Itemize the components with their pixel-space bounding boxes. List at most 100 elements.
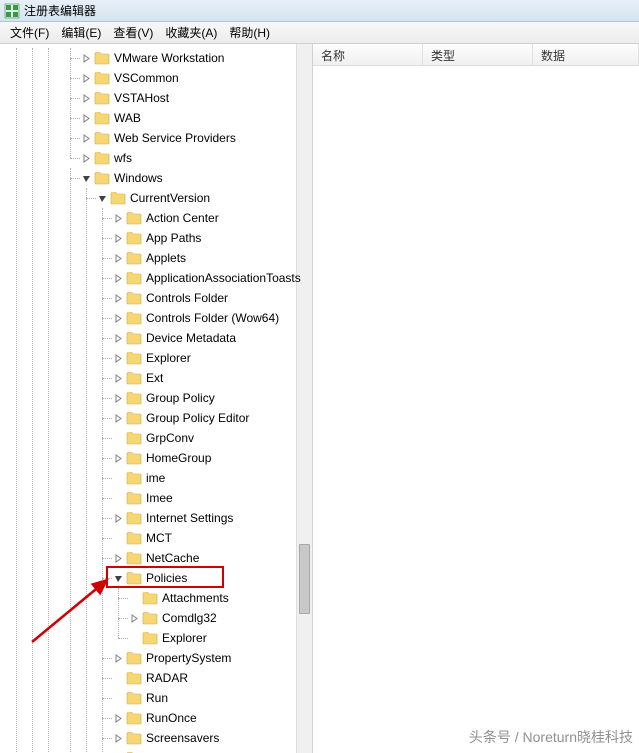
tree-item[interactable]: ApplicationAssociationToasts — [112, 268, 312, 288]
toggle-icon[interactable] — [112, 652, 124, 664]
list-header: 名称 类型 数据 — [313, 44, 639, 66]
tree-item[interactable]: HomeGroup — [112, 448, 312, 468]
tree-scrollbar[interactable] — [296, 44, 312, 753]
tree-item-currentversion[interactable]: CurrentVersion — [96, 188, 312, 208]
toggle-icon[interactable] — [80, 152, 92, 164]
toggle-icon[interactable] — [112, 572, 124, 584]
tree-item[interactable]: Screensavers — [112, 728, 312, 748]
tree-node-label: Action Center — [146, 211, 219, 225]
toggle-icon[interactable] — [112, 712, 124, 724]
tree-item[interactable]: wfs — [80, 148, 312, 168]
folder-icon — [126, 571, 142, 585]
tree-node-label: VSTAHost — [114, 91, 169, 105]
tree-node-label: Ext — [146, 371, 163, 385]
toggle-icon[interactable] — [112, 732, 124, 744]
tree-item[interactable]: VMware Workstation — [80, 48, 312, 68]
tree-item[interactable]: Group Policy Editor — [112, 408, 312, 428]
toggle-icon[interactable] — [112, 292, 124, 304]
folder-icon — [126, 531, 142, 545]
toggle-icon[interactable] — [112, 512, 124, 524]
column-type[interactable]: 类型 — [423, 44, 533, 65]
toggle-icon[interactable] — [112, 232, 124, 244]
tree-node-label: Explorer — [162, 631, 207, 645]
folder-icon — [126, 471, 142, 485]
tree-item[interactable]: Imee — [112, 488, 312, 508]
tree-item[interactable]: Explorer — [112, 348, 312, 368]
tree-item-policies[interactable]: Policies — [112, 568, 312, 588]
toggle-icon[interactable] — [112, 372, 124, 384]
tree-item[interactable]: Attachments — [128, 588, 312, 608]
tree-item[interactable]: ime — [112, 468, 312, 488]
column-name[interactable]: 名称 — [313, 44, 423, 65]
toggle-icon[interactable] — [112, 452, 124, 464]
tree-item[interactable]: Run — [112, 688, 312, 708]
scrollbar-thumb[interactable] — [299, 544, 310, 614]
tree-item[interactable]: Applets — [112, 248, 312, 268]
tree-node-label: Group Policy — [146, 391, 215, 405]
toggle-icon[interactable] — [112, 352, 124, 364]
toggle-icon[interactable] — [112, 272, 124, 284]
toggle-icon[interactable] — [80, 172, 92, 184]
tree-item-windows[interactable]: Windows — [80, 168, 312, 188]
toggle-icon[interactable] — [112, 332, 124, 344]
tree-item[interactable]: Internet Settings — [112, 508, 312, 528]
folder-icon — [94, 131, 110, 145]
folder-icon — [110, 191, 126, 205]
folder-icon — [94, 111, 110, 125]
tree-item[interactable]: RunOnce — [112, 708, 312, 728]
tree-item[interactable]: Action Center — [112, 208, 312, 228]
tree-item[interactable]: NetCache — [112, 548, 312, 568]
list-pane: 名称 类型 数据 — [313, 44, 639, 753]
column-data[interactable]: 数据 — [533, 44, 639, 65]
tree-item[interactable]: Shell Extensions — [112, 748, 312, 753]
tree-item[interactable]: RADAR — [112, 668, 312, 688]
tree-node-label: Screensavers — [146, 731, 219, 745]
tree-node-label: NetCache — [146, 551, 199, 565]
tree-item[interactable]: Controls Folder — [112, 288, 312, 308]
tree-node-label: Comdlg32 — [162, 611, 217, 625]
tree-item[interactable]: Web Service Providers — [80, 128, 312, 148]
toggle-icon[interactable] — [80, 112, 92, 124]
toggle-icon[interactable] — [128, 612, 140, 624]
toggle-icon[interactable] — [80, 132, 92, 144]
tree-item[interactable]: Explorer — [128, 628, 312, 648]
toggle-icon[interactable] — [112, 552, 124, 564]
tree-item[interactable]: Device Metadata — [112, 328, 312, 348]
toggle-icon[interactable] — [80, 72, 92, 84]
tree-node-label: Run — [146, 691, 168, 705]
menu-view[interactable]: 查看(V) — [107, 22, 159, 43]
tree-node-label: Controls Folder — [146, 291, 228, 305]
tree-node-label: GrpConv — [146, 431, 194, 445]
tree-item[interactable]: Controls Folder (Wow64) — [112, 308, 312, 328]
tree-item[interactable]: VSCommon — [80, 68, 312, 88]
tree-item[interactable]: WAB — [80, 108, 312, 128]
toggle-icon[interactable] — [112, 412, 124, 424]
menu-favorites[interactable]: 收藏夹(A) — [159, 22, 223, 43]
toggle-icon[interactable] — [112, 392, 124, 404]
menu-help[interactable]: 帮助(H) — [223, 22, 276, 43]
tree-item[interactable]: Group Policy — [112, 388, 312, 408]
list-body[interactable] — [313, 66, 639, 753]
titlebar: 注册表编辑器 — [0, 0, 639, 22]
toggle-icon[interactable] — [112, 252, 124, 264]
toggle-icon[interactable] — [112, 312, 124, 324]
menu-file[interactable]: 文件(F) — [4, 22, 55, 43]
toggle-icon[interactable] — [112, 212, 124, 224]
tree-scroll[interactable]: VMware WorkstationVSCommon VSTAHost WABWeb… — [0, 44, 312, 753]
tree-node-label: wfs — [114, 151, 132, 165]
folder-icon — [126, 691, 142, 705]
tree-node-label: Imee — [146, 491, 173, 505]
toggle-icon[interactable] — [80, 52, 92, 64]
tree-item[interactable]: PropertySystem — [112, 648, 312, 668]
tree-node-label: RunOnce — [146, 711, 197, 725]
tree-item[interactable]: GrpConv — [112, 428, 312, 448]
tree-item[interactable]: Comdlg32 — [128, 608, 312, 628]
toggle-icon[interactable] — [80, 92, 92, 104]
tree-item[interactable]: MCT — [112, 528, 312, 548]
menu-edit[interactable]: 编辑(E) — [55, 22, 107, 43]
tree-item[interactable]: App Paths — [112, 228, 312, 248]
tree-item[interactable]: VSTAHost — [80, 88, 312, 108]
tree-item[interactable]: Ext — [112, 368, 312, 388]
toggle-icon[interactable] — [96, 192, 108, 204]
folder-icon — [126, 351, 142, 365]
